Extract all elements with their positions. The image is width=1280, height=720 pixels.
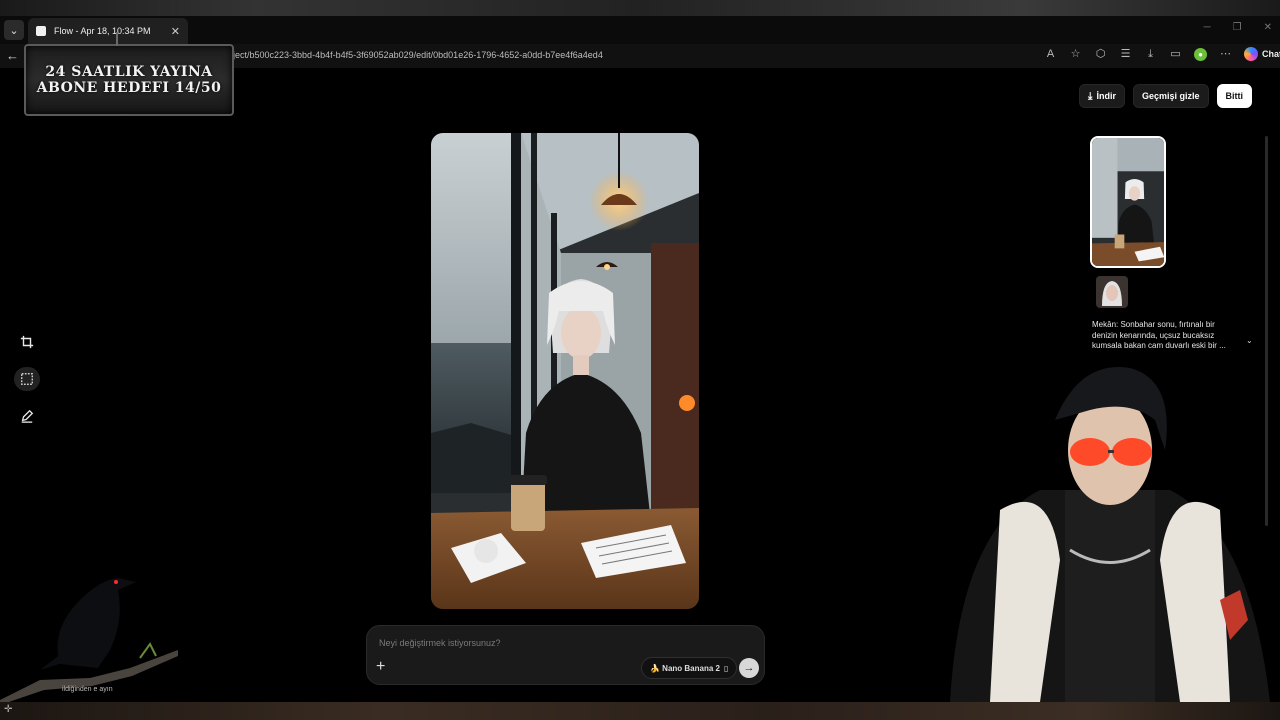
edit-pen-icon [21,409,34,423]
model-selector[interactable]: 🍌 Nano Banana 2 ▯ [641,657,738,679]
prompt-input[interactable] [379,636,749,650]
streamer-avatar-illustration [950,367,1270,702]
copilot-label: Chat [1262,49,1280,59]
prompt-box: + 🍌 Nano Banana 2 ▯ → [366,625,765,685]
download-label: İndir [1096,91,1116,101]
history-thumbnail-selected[interactable] [1090,136,1166,268]
copilot-logo-icon [1244,47,1258,61]
page-favicon-icon [36,26,46,36]
favorites-list-icon[interactable]: ☰ [1119,48,1132,61]
banner-line-2: ABONE HEDEFI 14/50 [36,80,222,96]
cafe-scene-illustration [431,133,699,609]
corner-plus-icon[interactable]: ✛ [4,704,12,715]
close-window-icon[interactable]: ✕ [1264,22,1272,33]
done-button[interactable]: Bitti [1216,84,1252,108]
window-controls: ─ ❐ ✕ [1204,22,1272,33]
model-suffix-icon: ▯ [723,663,729,673]
character-overlay [930,360,1280,702]
edit-pen-tool[interactable] [14,404,40,428]
copilot-chat-button[interactable]: Chat [1244,47,1280,61]
extensions-icon[interactable]: ⬡ [1094,48,1107,61]
crop-icon [20,335,34,349]
url-text: oject/b500c223-3bbd-4b4f-b4f5-3f69052ab0… [228,50,603,60]
minimize-icon[interactable]: ─ [1204,22,1211,33]
add-attachment-icon[interactable]: + [376,659,385,675]
browser-tab[interactable]: Flow - Apr 18, 10:34 PM ✕ [28,18,188,44]
editor-actions: ⤓ İndir Geçmişi gizle Bitti [1079,84,1252,108]
arrow-right-icon: → [743,662,755,674]
address-bar[interactable]: oject/b500c223-3bbd-4b4f-b4f5-3f69052ab0… [220,46,1050,66]
history-description: Mekân: Sonbahar sonu, fırtınalı bir deni… [1092,320,1226,350]
banner-ornament [116,32,118,46]
favorite-star-icon[interactable]: ☆ [1069,48,1082,61]
edit-tools [14,330,40,428]
reference-portrait-image [1096,276,1128,308]
expand-chevron-icon[interactable]: ⌄ [1246,336,1253,345]
raven-overlay [0,560,180,705]
browser-toolbar: A ☆ ⬡ ☰ ⤓ ▭ ● ⋯ Chat [1044,47,1280,61]
crop-tool[interactable] [14,330,40,354]
downloads-icon[interactable]: ⤓ [1144,48,1157,61]
download-icon: ⤓ [1088,90,1093,102]
select-region-icon [21,373,33,385]
read-aloud-icon[interactable]: A [1044,48,1057,61]
overlay-frame-bottom [0,702,1280,720]
bottom-caption-text: ildiğinden e ayın [62,686,113,693]
hide-history-label: Geçmişi gizle [1141,91,1200,101]
tab-close-icon[interactable]: ✕ [171,25,180,38]
download-button[interactable]: ⤓ İndir [1079,84,1125,108]
tab-actions-chevron-icon[interactable]: ⌄ [4,20,24,40]
history-thumbnail-image [1092,138,1164,266]
generated-image[interactable] [431,133,699,609]
stream-goal-banner: 24 SAATLIK YAYINA ABONE HEDEFI 14/50 [24,32,234,116]
screen-cast-icon[interactable]: ▭ [1169,48,1182,61]
history-panel: Mekân: Sonbahar sonu, fırtınalı bir deni… [1090,136,1253,352]
back-arrow-icon[interactable]: ← [6,48,19,63]
restore-icon[interactable]: ❐ [1233,22,1242,33]
banner-line-1: 24 SAATLIK YAYINA [45,64,213,80]
history-thumbnail-reference[interactable] [1096,276,1128,308]
browser-tab-bar: ⌄ Flow - Apr 18, 10:34 PM ✕ ─ ❐ ✕ [0,16,1280,44]
done-label: Bitti [1225,91,1244,101]
more-menu-icon[interactable]: ⋯ [1219,48,1232,61]
hide-history-button[interactable]: Geçmişi gizle [1132,84,1209,108]
profile-avatar-icon[interactable]: ● [1194,47,1207,61]
overlay-frame-top [0,0,1280,16]
send-button[interactable]: → [739,658,759,678]
raven-on-branch-illustration [0,578,178,705]
select-region-tool[interactable] [14,367,40,391]
tab-title: Flow - Apr 18, 10:34 PM [54,26,151,36]
model-label: 🍌 Nano Banana 2 [650,663,720,673]
